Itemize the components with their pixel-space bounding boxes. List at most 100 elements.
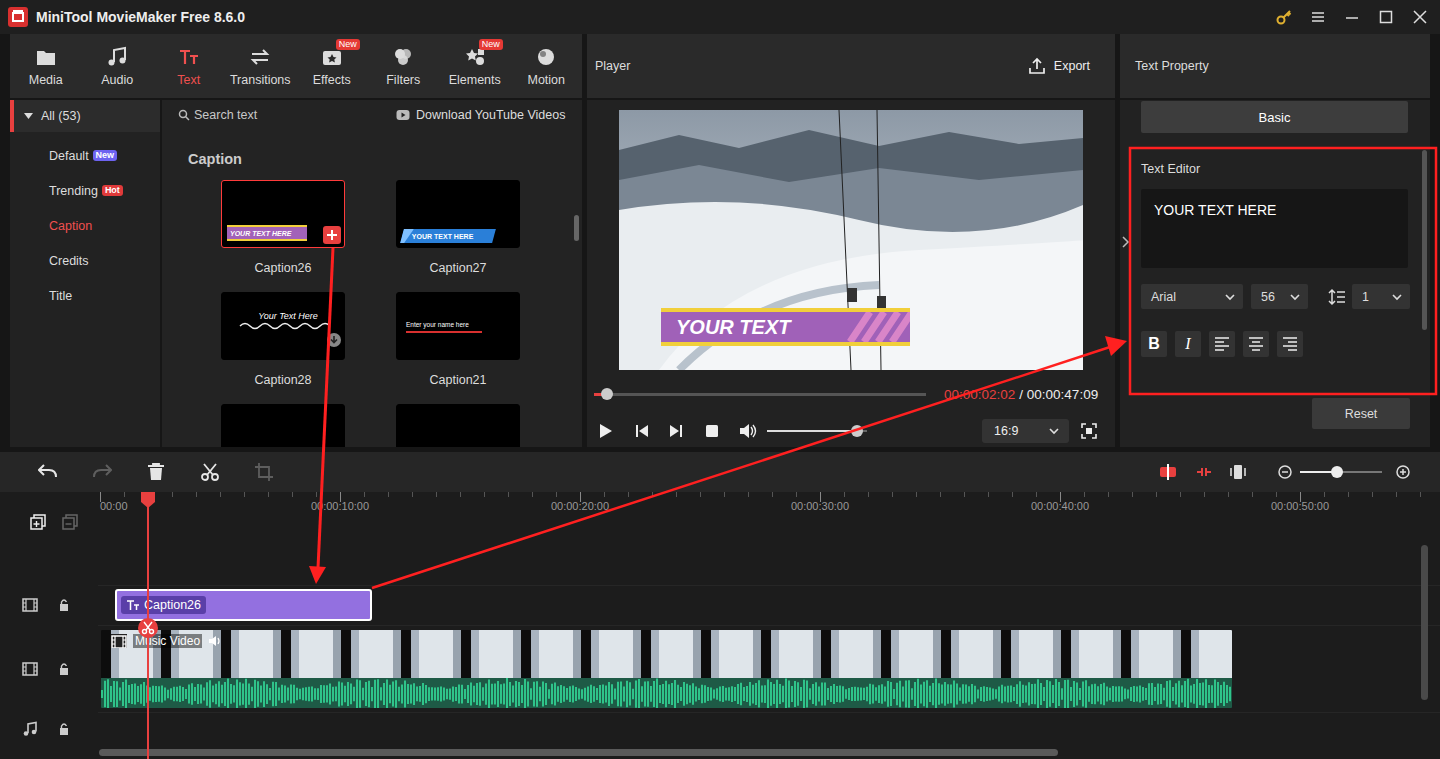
delete-icon[interactable] (146, 462, 166, 482)
template-item[interactable] (396, 404, 520, 447)
category-item[interactable]: TrendingHot (10, 173, 160, 208)
reset-button[interactable]: Reset (1312, 398, 1410, 429)
transitions-icon (249, 46, 271, 68)
annotation-arrows-icon (0, 0, 1440, 759)
previous-frame-icon[interactable] (635, 424, 649, 438)
category-item[interactable]: Caption (10, 208, 160, 243)
category-group[interactable]: All (53) (10, 100, 160, 132)
zoom-knob[interactable] (1331, 466, 1343, 478)
progress-knob[interactable] (601, 388, 613, 400)
export-button[interactable]: Export (1028, 57, 1090, 75)
nav-tab[interactable]: Motion (511, 34, 583, 98)
search-input[interactable] (194, 108, 364, 122)
nav-tab[interactable]: Media (10, 34, 82, 98)
download-icon[interactable] (327, 333, 341, 347)
nav-tab-label: Motion (527, 73, 565, 87)
link-icon[interactable] (1195, 463, 1213, 481)
nav-tab[interactable]: EffectsNew (296, 34, 368, 98)
template-item[interactable]: Your Text HereCaption28 (221, 292, 345, 388)
lock-icon[interactable] (58, 722, 70, 736)
empty-track-space (0, 540, 1440, 585)
nav-tab[interactable]: Text (153, 34, 225, 98)
split-marker-icon[interactable] (138, 618, 158, 638)
play-icon[interactable] (599, 423, 613, 439)
dropdown-icon (1047, 424, 1061, 438)
caption-overlay[interactable]: YOUR TEXT (661, 308, 910, 346)
align-center-button[interactable] (1243, 331, 1269, 357)
split-icon[interactable] (200, 462, 220, 482)
caption-line-preview: Enter your name here (406, 321, 482, 333)
category-item[interactable]: Title (10, 278, 160, 313)
stop-icon[interactable] (705, 424, 719, 438)
horizontal-scrollbar[interactable] (99, 749, 1058, 756)
fullscreen-icon[interactable] (1081, 423, 1097, 439)
volume-track[interactable] (767, 430, 867, 432)
close-icon[interactable] (1412, 9, 1428, 25)
text-editor[interactable]: YOUR TEXT HERE (1141, 189, 1408, 268)
italic-button[interactable]: I (1175, 331, 1201, 357)
video-thumbnails: Music Video (101, 630, 1232, 678)
property-tab[interactable]: Basic (1141, 101, 1408, 133)
volume-icon[interactable] (739, 423, 757, 439)
template-thumbnail[interactable] (396, 404, 520, 447)
progress-track[interactable] (594, 393, 926, 396)
template-name: Caption26 (255, 261, 312, 276)
menu-icon[interactable] (1310, 9, 1326, 25)
time-ruler[interactable]: 00:0000:00:10:0000:00:20:0000:00:30:0000… (98, 492, 1440, 540)
add-track-icon[interactable] (30, 514, 46, 530)
template-thumbnail[interactable]: YOUR TEXT HERE (396, 180, 520, 248)
next-frame-icon[interactable] (669, 424, 683, 438)
template-thumbnail[interactable]: Your Text Here (221, 292, 345, 360)
aspect-select[interactable]: 16:9 (982, 419, 1069, 443)
size-select[interactable]: 56 (1251, 284, 1308, 309)
zoom-out-icon[interactable] (1278, 465, 1292, 479)
template-thumbnail[interactable] (221, 404, 345, 447)
content-scrollbar[interactable] (574, 215, 579, 241)
add-icon[interactable] (323, 226, 341, 244)
new-badge: New (479, 39, 503, 50)
template-item[interactable]: Enter your name hereCaption21 (396, 292, 520, 388)
track-height-icon[interactable] (1229, 463, 1247, 481)
template-thumbnail[interactable]: YOUR TEXT HERE (221, 180, 345, 248)
minimize-icon[interactable] (1344, 9, 1360, 25)
snap-icon[interactable] (1159, 463, 1177, 481)
template-item[interactable]: YOUR TEXT HERE Caption26 (221, 180, 345, 276)
lock-icon[interactable] (58, 598, 70, 612)
volume-knob[interactable] (851, 425, 863, 437)
property-scrollbar[interactable] (1422, 150, 1427, 330)
font-select-value: Arial (1151, 290, 1176, 304)
italic-glyph: I (1185, 335, 1190, 353)
align-right-button[interactable] (1277, 331, 1303, 357)
undo-icon[interactable] (38, 462, 58, 482)
category-item[interactable]: DefaultNew (10, 138, 160, 173)
template-thumbnail[interactable]: Enter your name here (396, 292, 520, 360)
font-select[interactable]: Arial (1141, 284, 1243, 309)
category-item[interactable]: Credits (10, 243, 160, 278)
maximize-icon[interactable] (1378, 9, 1394, 25)
timeline: 00:0000:00:10:0000:00:20:0000:00:30:0000… (0, 452, 1440, 759)
clip-label: Caption26 (144, 598, 201, 612)
bold-button[interactable]: B (1141, 331, 1167, 357)
nav-tab[interactable]: ElementsNew (439, 34, 511, 98)
nav-tab[interactable]: Filters (368, 34, 440, 98)
download-link[interactable]: Download YouTube Videos (396, 108, 565, 122)
nav-tab[interactable]: Audio (82, 34, 154, 98)
playhead-handle-icon[interactable] (141, 492, 155, 508)
text-clip[interactable]: Caption26 (115, 589, 372, 621)
vertical-scrollbar[interactable] (1421, 545, 1428, 700)
collapse-arrow-icon[interactable] (1122, 236, 1130, 248)
nav-tab[interactable]: Transitions (225, 34, 297, 98)
line-spacing-select[interactable]: 1 (1352, 284, 1410, 309)
zoom-track[interactable] (1300, 471, 1382, 473)
music-track-icon (22, 721, 38, 737)
app-logo-icon (8, 7, 28, 27)
key-icon[interactable] (1276, 9, 1292, 25)
squiggle-icon (238, 321, 328, 331)
template-item[interactable]: YOUR TEXT HERECaption27 (396, 180, 520, 276)
video-clip[interactable]: Music Video (99, 628, 1234, 710)
align-left-button[interactable] (1209, 331, 1235, 357)
template-item[interactable] (221, 404, 345, 447)
lock-icon[interactable] (58, 662, 70, 676)
ribbon-accent-icon (400, 229, 414, 243)
zoom-in-icon[interactable] (1396, 465, 1410, 479)
